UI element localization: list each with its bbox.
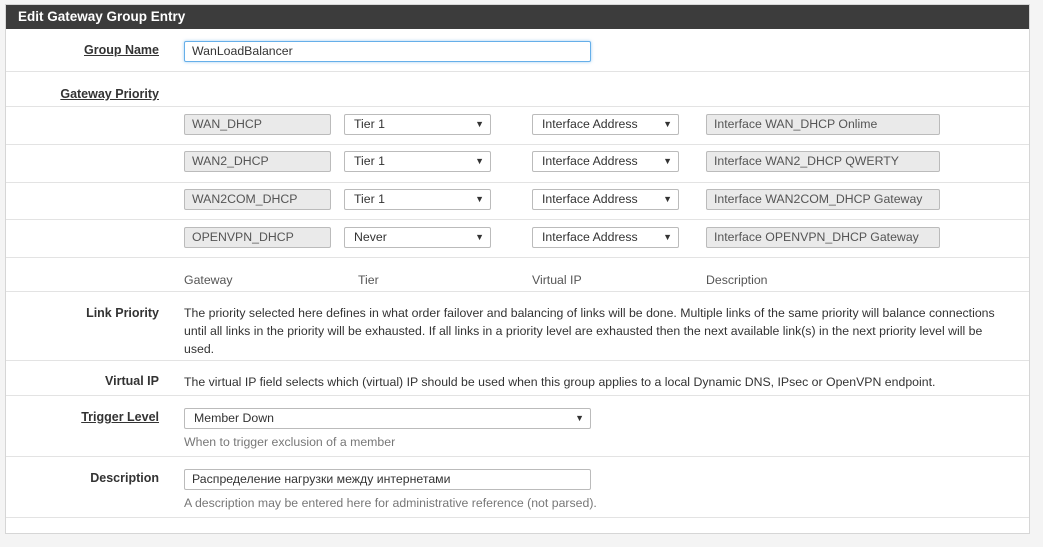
virtual-ip-select[interactable]: Interface Address ▼ <box>532 227 679 248</box>
chevron-down-icon: ▼ <box>575 413 584 423</box>
gateway-group-panel: Edit Gateway Group Entry Group Name WanL… <box>5 4 1030 534</box>
gateway-name-field: WAN2COM_DHCP <box>184 189 331 210</box>
trigger-level-help: When to trigger exclusion of a member <box>184 435 396 449</box>
link-priority-text: The priority selected here defines in wh… <box>184 304 995 358</box>
divider <box>6 517 1029 518</box>
link-priority-text-line: until all links in the priority will be … <box>184 324 983 338</box>
column-header-virtual-ip: Virtual IP <box>532 273 582 287</box>
link-priority-text-line: The priority selected here defines in wh… <box>184 306 995 320</box>
chevron-down-icon: ▼ <box>475 232 484 242</box>
gateway-name-field: WAN_DHCP <box>184 114 331 135</box>
tier-select[interactable]: Tier 1 ▼ <box>344 189 491 210</box>
description-help: A description may be entered here for ad… <box>184 496 597 510</box>
description-input[interactable]: Распределение нагрузки между интернетами <box>184 469 591 490</box>
divider <box>6 219 1029 220</box>
virtual-ip-select-value: Interface Address <box>542 192 638 206</box>
virtual-ip-text: The virtual IP field selects which (virt… <box>184 375 936 389</box>
gateway-name-field: WAN2_DHCP <box>184 151 331 172</box>
gateway-description-field[interactable]: Interface WAN2_DHCP QWERTY <box>706 151 940 172</box>
link-priority-text-line: used. <box>184 342 215 356</box>
divider <box>6 182 1029 183</box>
virtual-ip-select-value: Interface Address <box>542 154 638 168</box>
divider <box>6 291 1029 292</box>
virtual-ip-select-value: Interface Address <box>542 117 638 131</box>
gateway-description-field[interactable]: Interface WAN2COM_DHCP Gateway <box>706 189 940 210</box>
gateway-description-field[interactable]: Interface WAN_DHCP Onlime <box>706 114 940 135</box>
virtual-ip-label: Virtual IP <box>105 374 159 388</box>
group-name-input[interactable]: WanLoadBalancer <box>184 41 591 62</box>
trigger-level-select-value: Member Down <box>194 411 274 425</box>
tier-select[interactable]: Tier 1 ▼ <box>344 114 491 135</box>
virtual-ip-select[interactable]: Interface Address ▼ <box>532 189 679 210</box>
tier-select-value: Tier 1 <box>354 154 385 168</box>
group-name-label: Group Name <box>83 43 159 57</box>
gateway-name-field: OPENVPN_DHCP <box>184 227 331 248</box>
chevron-down-icon: ▼ <box>475 119 484 129</box>
tier-select[interactable]: Never ▼ <box>344 227 491 248</box>
column-header-description: Description <box>706 273 768 287</box>
divider <box>6 144 1029 145</box>
tier-select-value: Tier 1 <box>354 117 385 131</box>
chevron-down-icon: ▼ <box>663 232 672 242</box>
chevron-down-icon: ▼ <box>663 194 672 204</box>
divider <box>6 456 1029 457</box>
chevron-down-icon: ▼ <box>663 156 672 166</box>
gateway-description-field[interactable]: Interface OPENVPN_DHCP Gateway <box>706 227 940 248</box>
chevron-down-icon: ▼ <box>475 194 484 204</box>
divider <box>6 106 1029 107</box>
gateway-priority-label: Gateway Priority <box>60 87 159 101</box>
column-header-gateway: Gateway <box>184 273 233 287</box>
divider <box>6 395 1029 396</box>
divider <box>6 257 1029 258</box>
divider <box>6 360 1029 361</box>
chevron-down-icon: ▼ <box>475 156 484 166</box>
link-priority-label: Link Priority <box>86 306 159 320</box>
trigger-level-label: Trigger Level <box>81 410 159 424</box>
divider <box>6 71 1029 72</box>
column-header-tier: Tier <box>358 273 379 287</box>
panel-title: Edit Gateway Group Entry <box>6 5 1029 29</box>
virtual-ip-select[interactable]: Interface Address ▼ <box>532 151 679 172</box>
description-label: Description <box>90 471 159 485</box>
tier-select-value: Tier 1 <box>354 192 385 206</box>
virtual-ip-select[interactable]: Interface Address ▼ <box>532 114 679 135</box>
trigger-level-select[interactable]: Member Down ▼ <box>184 408 591 429</box>
tier-select-value: Never <box>354 230 387 244</box>
chevron-down-icon: ▼ <box>663 119 672 129</box>
virtual-ip-select-value: Interface Address <box>542 230 638 244</box>
tier-select[interactable]: Tier 1 ▼ <box>344 151 491 172</box>
